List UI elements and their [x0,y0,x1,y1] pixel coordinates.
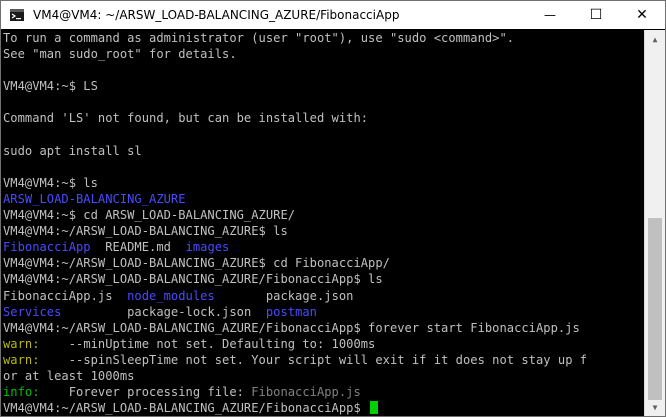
terminal-line: VM4@VM4:~/ARSW_LOAD-BALANCING_AZURE/Fibo… [3,272,383,287]
text-cursor [370,401,379,415]
warn-message: --minUptime not set. Defaulting to: 1000… [39,336,376,351]
shell-prompt: VM4@VM4:~/ARSW_LOAD-BALANCING_AZURE/Fibo… [3,401,369,416]
minimize-button[interactable]: — [527,1,573,29]
close-icon: ✕ [636,7,648,23]
info-line: info: Forever processing file: Fibonacci… [3,384,643,400]
terminal-line: VM4@VM4:~/ARSW_LOAD-BALANCING_AZURE$ ls [3,224,288,239]
directory-entry: node_modules [127,288,215,303]
terminal-line: or at least 1000ms [3,368,135,383]
directory-listing: ARSW_LOAD-BALANCING_AZURE [3,191,186,206]
directory-listing: FibonacciApp.js node_modules package.jso… [3,288,643,304]
terminal-line: VM4@VM4:~/ARSW_LOAD-BALANCING_AZURE$ cd … [3,256,390,271]
warn-line: warn: --spinSleepTime not set. Your scri… [3,352,643,368]
maximize-button[interactable]: ☐ [573,1,619,29]
terminal-line: Command 'LS' not found, but can be insta… [3,111,369,126]
minimize-icon: — [544,8,556,22]
directory-entry: Services [3,304,62,319]
maximize-icon: ☐ [589,7,603,23]
terminal-line: VM4@VM4:~$ ls [3,175,98,190]
terminal-line: See "man sudo_root" for details. [3,47,237,62]
info-label: info: [3,385,40,400]
terminal-window: VM4@VM4: ~/ARSW_LOAD-BALANCING_AZURE/Fib… [0,0,666,417]
terminal-line: VM4@VM4:~$ cd ARSW_LOAD-BALANCING_AZURE/ [3,208,296,223]
warn-message: --spinSleepTime not set. Your script wil… [39,352,588,367]
warn-label: warn: [3,352,40,367]
info-message: Forever processing file: [39,385,252,400]
close-button[interactable]: ✕ [619,1,665,29]
vertical-scrollbar[interactable]: ▲ ▼ [644,30,665,416]
file-entry: README.md [90,240,186,255]
terminal-app-icon [9,7,25,23]
file-entry: package-lock.json [61,304,266,319]
scroll-down-icon[interactable]: ▼ [645,398,665,416]
terminal-line: VM4@VM4:~/ARSW_LOAD-BALANCING_AZURE/Fibo… [3,320,580,335]
directory-entry: FibonacciApp [3,240,91,255]
warn-line: warn: --minUptime not set. Defaulting to… [3,336,643,352]
window-title: VM4@VM4: ~/ARSW_LOAD-BALANCING_AZURE/Fib… [33,8,400,22]
directory-entry: images [185,240,230,255]
terminal-line: sudo apt install sl [3,143,142,158]
directory-listing: FibonacciApp README.md images [3,239,643,255]
title-bar[interactable]: VM4@VM4: ~/ARSW_LOAD-BALANCING_AZURE/Fib… [1,1,665,29]
info-file: FibonacciApp.js [251,385,361,400]
file-entry: FibonacciApp.js [3,288,128,303]
terminal-line: VM4@VM4:~$ LS [3,79,98,94]
file-entry: package.json [214,288,354,303]
scroll-thumb[interactable] [648,218,662,400]
directory-entry: postman [265,304,317,319]
terminal-line: To run a command as administrator (user … [3,31,515,45]
terminal-output[interactable]: To run a command as administrator (user … [3,30,643,416]
directory-listing: Services package-lock.json postman [3,304,643,320]
prompt-line[interactable]: VM4@VM4:~/ARSW_LOAD-BALANCING_AZURE/Fibo… [3,400,643,416]
warn-label: warn: [3,336,40,351]
scroll-up-icon[interactable]: ▲ [645,30,665,48]
